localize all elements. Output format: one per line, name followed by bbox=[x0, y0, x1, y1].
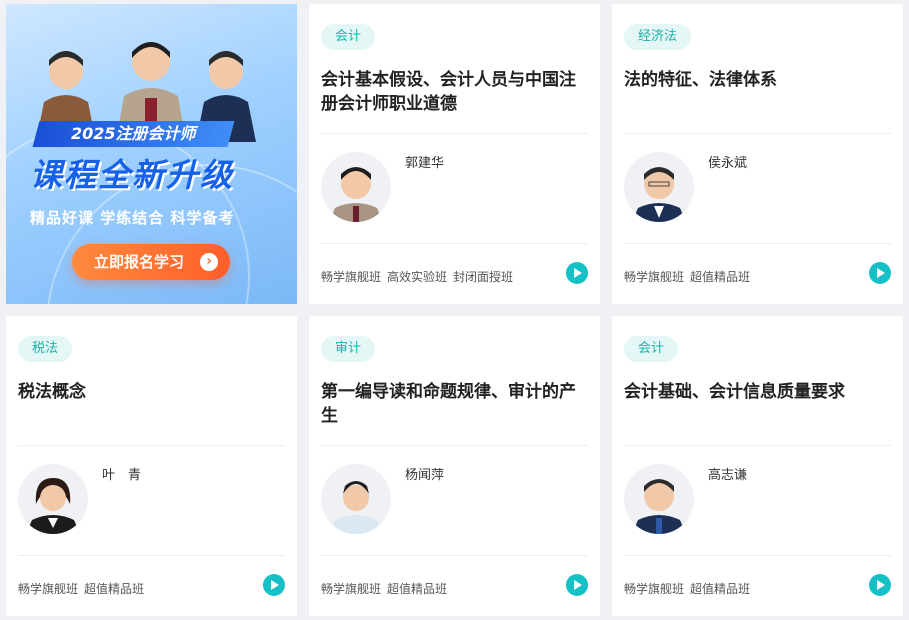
chevron-right-icon: › bbox=[200, 253, 218, 271]
course-card[interactable]: 审计 第一编导读和命题规律、审计的产生 杨闻萍 畅学旗舰班 超值精品班 bbox=[309, 316, 600, 616]
teacher-avatar bbox=[624, 152, 694, 222]
class-label[interactable]: 超值精品班 bbox=[84, 582, 144, 596]
divider bbox=[624, 555, 891, 556]
course-title[interactable]: 会计基础、会计信息质量要求 bbox=[624, 380, 886, 404]
course-card[interactable]: 税法 税法概念 叶 青 畅学旗舰班 超值精品班 bbox=[6, 316, 297, 616]
course-title[interactable]: 会计基本假设、会计人员与中国注册会计师职业道德 bbox=[321, 68, 583, 116]
course-card[interactable]: 经济法 法的特征、法律体系 侯永斌 畅学旗舰班 超值精品班 bbox=[612, 4, 903, 304]
teacher-avatar bbox=[18, 464, 88, 534]
class-label[interactable]: 封闭面授班 bbox=[453, 270, 513, 284]
enroll-button[interactable]: 立即报名学习 › bbox=[72, 244, 230, 280]
course-card[interactable]: 会计 会计基本假设、会计人员与中国注册会计师职业道德 郭建华 畅学旗舰班 高效实验… bbox=[309, 4, 600, 304]
promo-banner[interactable]: 2025注册会计师 课程全新升级 精品好课 学练结合 科学备考 立即报名学习 › bbox=[6, 4, 297, 304]
subject-tag: 会计 bbox=[321, 24, 376, 50]
class-label[interactable]: 超值精品班 bbox=[690, 270, 750, 284]
class-list: 畅学旗舰班 超值精品班 bbox=[321, 580, 453, 597]
teacher-name: 高志谦 bbox=[708, 468, 748, 483]
course-title[interactable]: 税法概念 bbox=[18, 380, 280, 404]
course-card[interactable]: 会计 会计基础、会计信息质量要求 高志谦 畅学旗舰班 超值精品班 bbox=[612, 316, 903, 616]
class-label[interactable]: 超值精品班 bbox=[690, 582, 750, 596]
divider bbox=[321, 243, 588, 244]
course-title[interactable]: 法的特征、法律体系 bbox=[624, 68, 886, 92]
banner-ribbon: 2025注册会计师 bbox=[32, 121, 235, 147]
course-title[interactable]: 第一编导读和命题规律、审计的产生 bbox=[321, 380, 583, 428]
teacher-avatar bbox=[321, 152, 391, 222]
divider bbox=[624, 243, 891, 244]
class-list: 畅学旗舰班 超值精品班 bbox=[18, 580, 150, 597]
divider bbox=[18, 555, 285, 556]
teacher-name: 叶 青 bbox=[102, 468, 142, 483]
divider bbox=[624, 133, 891, 134]
divider bbox=[321, 133, 588, 134]
teacher-avatar bbox=[321, 464, 391, 534]
class-list: 畅学旗舰班 超值精品班 bbox=[624, 580, 756, 597]
teacher-name: 杨闻萍 bbox=[405, 468, 445, 483]
class-label[interactable]: 畅学旗舰班 bbox=[321, 582, 381, 596]
subject-tag: 审计 bbox=[321, 336, 376, 362]
subject-tag: 经济法 bbox=[624, 24, 692, 50]
teacher-name: 郭建华 bbox=[405, 156, 445, 171]
subject-tag: 税法 bbox=[18, 336, 73, 362]
class-label[interactable]: 超值精品班 bbox=[387, 582, 447, 596]
banner-subtitle: 精品好课 学练结合 科学备考 bbox=[30, 209, 235, 227]
class-label[interactable]: 高效实验班 bbox=[387, 270, 447, 284]
class-label[interactable]: 畅学旗舰班 bbox=[18, 582, 78, 596]
teacher-avatar bbox=[624, 464, 694, 534]
play-icon[interactable] bbox=[869, 262, 891, 284]
teacher-name: 侯永斌 bbox=[708, 156, 748, 171]
play-icon[interactable] bbox=[263, 574, 285, 596]
divider bbox=[321, 555, 588, 556]
class-label[interactable]: 畅学旗舰班 bbox=[624, 270, 684, 284]
class-list: 畅学旗舰班 超值精品班 bbox=[624, 268, 756, 285]
banner-headline: 课程全新升级 bbox=[30, 156, 235, 194]
divider bbox=[321, 445, 588, 446]
class-label[interactable]: 畅学旗舰班 bbox=[624, 582, 684, 596]
subject-tag: 会计 bbox=[624, 336, 679, 362]
play-icon[interactable] bbox=[869, 574, 891, 596]
divider bbox=[18, 445, 285, 446]
class-list: 畅学旗舰班 高效实验班 封闭面授班 bbox=[321, 268, 519, 285]
play-icon[interactable] bbox=[566, 262, 588, 284]
class-label[interactable]: 畅学旗舰班 bbox=[321, 270, 381, 284]
play-icon[interactable] bbox=[566, 574, 588, 596]
divider bbox=[624, 445, 891, 446]
